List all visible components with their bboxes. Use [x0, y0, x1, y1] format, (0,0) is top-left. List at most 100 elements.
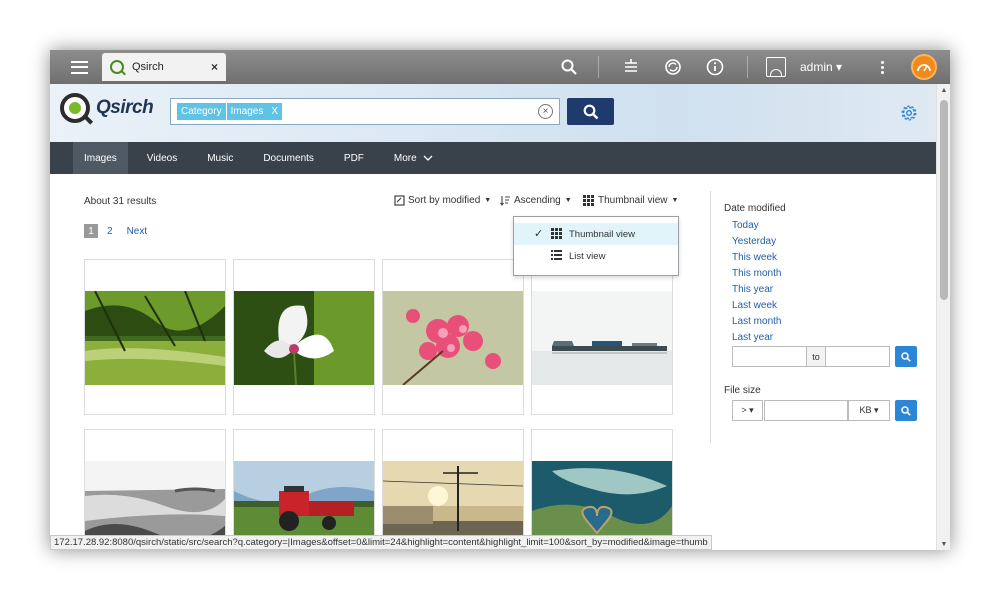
thumbnail-image-river-trees — [85, 291, 225, 385]
background-tasks-button[interactable] — [620, 50, 642, 84]
link-status-bar: 172.17.28.92:8080/qsirch/static/src/sear… — [50, 535, 712, 550]
date-filter-last-week[interactable]: Last week — [732, 300, 777, 311]
search-input[interactable]: Category Images X × — [170, 98, 560, 125]
date-filter-this-year[interactable]: This year — [732, 284, 773, 295]
date-from-input[interactable] — [732, 346, 807, 367]
size-value-input[interactable] — [764, 400, 848, 421]
file-size-title: File size — [724, 385, 761, 396]
tab-documents[interactable]: Documents — [252, 142, 325, 174]
grid-icon — [583, 195, 594, 206]
edit-icon — [394, 195, 405, 206]
search-icon — [901, 351, 911, 362]
chip-remove-button[interactable]: X — [271, 106, 278, 117]
gear-icon — [901, 105, 917, 121]
clear-search-button[interactable]: × — [538, 104, 553, 119]
images-chip[interactable]: Images X — [226, 103, 283, 120]
view-dropdown-toggle[interactable]: Thumbnail view ▼ — [583, 195, 678, 206]
dashboard-button[interactable] — [911, 54, 937, 80]
scroll-up-icon[interactable]: ▲ — [937, 84, 950, 96]
app-tab[interactable]: Qsirch × — [102, 53, 226, 81]
menu-item-label: Thumbnail view — [569, 228, 635, 240]
date-filter-this-month[interactable]: This month — [732, 268, 781, 279]
qsirch-logo-icon — [60, 93, 90, 123]
thumbnail-card[interactable] — [382, 429, 524, 550]
order-label: Ascending — [514, 195, 561, 206]
sidebar-divider — [710, 191, 711, 443]
thumbnail-card[interactable] — [531, 429, 673, 550]
tab-pdf[interactable]: PDF — [333, 142, 375, 174]
next-page-link[interactable]: Next — [127, 226, 148, 237]
date-filter-last-month[interactable]: Last month — [732, 316, 781, 327]
thumbnail-card[interactable] — [382, 259, 524, 415]
vertical-scrollbar[interactable]: ▲ ▼ — [936, 84, 950, 550]
date-filter-this-week[interactable]: This week — [732, 252, 777, 263]
sort-label: Sort by modified — [408, 195, 481, 206]
user-avatar-icon — [766, 57, 786, 77]
thumbnail-card[interactable] — [84, 259, 226, 415]
order-dropdown[interactable]: Ascending ▼ — [500, 195, 572, 206]
scroll-thumb[interactable] — [940, 100, 948, 300]
tab-images[interactable]: Images — [73, 142, 128, 174]
grid-icon — [551, 228, 562, 239]
qsirch-logo[interactable]: Qsirch — [60, 93, 154, 123]
size-unit-select[interactable]: KB ▾ — [848, 400, 890, 421]
more-options-button[interactable] — [876, 50, 888, 84]
qsirch-tab-icon — [110, 60, 124, 74]
scroll-down-icon[interactable]: ▼ — [937, 538, 950, 550]
size-operator-select[interactable]: > ▾ — [732, 400, 763, 421]
checkmark-icon: ✓ — [534, 228, 544, 240]
view-menu: ✓ Thumbnail view List view — [513, 216, 679, 276]
date-filter-today[interactable]: Today — [732, 220, 759, 231]
caret-down-icon: ▼ — [671, 197, 679, 204]
gauge-icon — [917, 64, 931, 72]
tab-music[interactable]: Music — [196, 142, 244, 174]
thumbnail-card[interactable] — [84, 429, 226, 550]
tab-title: Qsirch — [132, 61, 164, 73]
tab-close-button[interactable]: × — [211, 60, 218, 74]
size-filter-search-button[interactable] — [895, 400, 917, 421]
user-menu[interactable]: admin ▾ — [766, 55, 842, 79]
dot-icon — [880, 65, 884, 69]
menu-item-thumbnail-view[interactable]: ✓ Thumbnail view — [514, 223, 678, 245]
tab-videos[interactable]: Videos — [136, 142, 188, 174]
search-icon — [901, 405, 911, 416]
date-to-input[interactable] — [825, 346, 890, 367]
search-button[interactable] — [567, 98, 614, 125]
dot-icon — [880, 60, 884, 64]
settings-button[interactable] — [900, 104, 918, 122]
search-icon — [561, 59, 577, 75]
thumbnail-card[interactable] — [531, 259, 673, 415]
chevron-down-icon — [423, 155, 433, 161]
main-menu-button[interactable] — [64, 50, 94, 84]
top-bar: Qsirch × admin ▾ — [50, 50, 950, 84]
sort-order-icon — [500, 196, 510, 206]
dot-icon — [880, 70, 884, 74]
date-filter-yesterday[interactable]: Yesterday — [732, 236, 776, 247]
page-current: 1 — [84, 224, 98, 238]
page-link-2[interactable]: 2 — [107, 226, 113, 237]
browser-window: Qsirch × admin ▾ Qsirch Category Images … — [50, 50, 950, 550]
divider — [598, 56, 599, 78]
sync-button[interactable] — [662, 50, 684, 84]
date-filter-search-button[interactable] — [895, 346, 917, 367]
info-button[interactable] — [704, 50, 726, 84]
thumbnail-image-pier-boats — [532, 291, 672, 385]
search-button-top[interactable] — [558, 50, 580, 84]
thumbnail-card[interactable] — [233, 259, 375, 415]
date-filter-last-year[interactable]: Last year — [732, 332, 773, 343]
chip-label: Images — [230, 106, 264, 117]
menu-item-list-view[interactable]: List view — [514, 245, 678, 267]
hamburger-icon — [70, 60, 88, 74]
date-modified-title: Date modified — [724, 203, 786, 214]
sort-dropdown[interactable]: Sort by modified ▼ — [394, 195, 491, 206]
caret-down-icon: ▼ — [484, 197, 492, 204]
tab-more[interactable]: More — [383, 142, 444, 174]
thumbnail-card[interactable] — [233, 429, 375, 550]
thumbnail-image-white-flower — [234, 291, 374, 385]
view-label: Thumbnail view — [598, 195, 668, 206]
username-label: admin ▾ — [800, 60, 843, 74]
info-icon — [706, 58, 724, 76]
list-icon — [551, 250, 562, 260]
divider — [747, 56, 748, 78]
search-icon — [583, 104, 598, 119]
